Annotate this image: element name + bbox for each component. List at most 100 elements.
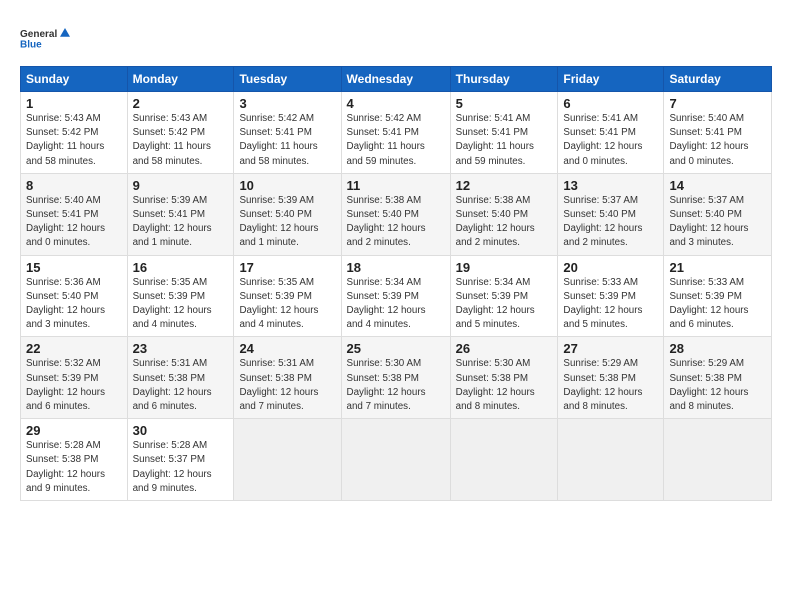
- day-number: 29: [26, 423, 122, 438]
- logo-svg: General Blue: [20, 18, 70, 58]
- day-cell: 28Sunrise: 5:29 AM Sunset: 5:38 PM Dayli…: [664, 337, 772, 419]
- day-info: Sunrise: 5:31 AM Sunset: 5:38 PM Dayligh…: [133, 357, 229, 414]
- day-cell: 12Sunrise: 5:38 AM Sunset: 5:40 PM Dayli…: [450, 173, 558, 255]
- day-cell: 13Sunrise: 5:37 AM Sunset: 5:40 PM Dayli…: [558, 173, 664, 255]
- day-info: Sunrise: 5:42 AM Sunset: 5:41 PM Dayligh…: [239, 112, 335, 169]
- day-cell: 8Sunrise: 5:40 AM Sunset: 5:41 PM Daylig…: [21, 173, 128, 255]
- day-number: 24: [239, 341, 335, 356]
- day-info: Sunrise: 5:38 AM Sunset: 5:40 PM Dayligh…: [347, 194, 445, 251]
- day-number: 30: [133, 423, 229, 438]
- weekday-header-wednesday: Wednesday: [341, 67, 450, 92]
- day-number: 12: [456, 178, 553, 193]
- day-info: Sunrise: 5:29 AM Sunset: 5:38 PM Dayligh…: [669, 357, 766, 414]
- day-number: 13: [563, 178, 658, 193]
- week-row-4: 22Sunrise: 5:32 AM Sunset: 5:39 PM Dayli…: [21, 337, 772, 419]
- day-info: Sunrise: 5:39 AM Sunset: 5:40 PM Dayligh…: [239, 194, 335, 251]
- day-cell: 29Sunrise: 5:28 AM Sunset: 5:38 PM Dayli…: [21, 419, 128, 501]
- day-cell: [664, 419, 772, 501]
- day-info: Sunrise: 5:30 AM Sunset: 5:38 PM Dayligh…: [347, 357, 445, 414]
- day-cell: 27Sunrise: 5:29 AM Sunset: 5:38 PM Dayli…: [558, 337, 664, 419]
- day-number: 14: [669, 178, 766, 193]
- day-cell: 6Sunrise: 5:41 AM Sunset: 5:41 PM Daylig…: [558, 92, 664, 174]
- day-cell: 25Sunrise: 5:30 AM Sunset: 5:38 PM Dayli…: [341, 337, 450, 419]
- day-number: 16: [133, 260, 229, 275]
- day-number: 7: [669, 96, 766, 111]
- day-cell: 19Sunrise: 5:34 AM Sunset: 5:39 PM Dayli…: [450, 255, 558, 337]
- day-info: Sunrise: 5:38 AM Sunset: 5:40 PM Dayligh…: [456, 194, 553, 251]
- calendar-table: SundayMondayTuesdayWednesdayThursdayFrid…: [20, 66, 772, 501]
- day-cell: 17Sunrise: 5:35 AM Sunset: 5:39 PM Dayli…: [234, 255, 341, 337]
- day-number: 17: [239, 260, 335, 275]
- day-cell: 2Sunrise: 5:43 AM Sunset: 5:42 PM Daylig…: [127, 92, 234, 174]
- day-info: Sunrise: 5:30 AM Sunset: 5:38 PM Dayligh…: [456, 357, 553, 414]
- day-number: 23: [133, 341, 229, 356]
- day-info: Sunrise: 5:35 AM Sunset: 5:39 PM Dayligh…: [239, 276, 335, 333]
- day-info: Sunrise: 5:28 AM Sunset: 5:38 PM Dayligh…: [26, 439, 122, 496]
- svg-text:General: General: [20, 29, 57, 40]
- day-cell: 26Sunrise: 5:30 AM Sunset: 5:38 PM Dayli…: [450, 337, 558, 419]
- day-info: Sunrise: 5:37 AM Sunset: 5:40 PM Dayligh…: [669, 194, 766, 251]
- day-info: Sunrise: 5:33 AM Sunset: 5:39 PM Dayligh…: [669, 276, 766, 333]
- day-cell: [234, 419, 341, 501]
- day-info: Sunrise: 5:43 AM Sunset: 5:42 PM Dayligh…: [133, 112, 229, 169]
- day-info: Sunrise: 5:31 AM Sunset: 5:38 PM Dayligh…: [239, 357, 335, 414]
- day-cell: 18Sunrise: 5:34 AM Sunset: 5:39 PM Dayli…: [341, 255, 450, 337]
- day-cell: 5Sunrise: 5:41 AM Sunset: 5:41 PM Daylig…: [450, 92, 558, 174]
- day-cell: 7Sunrise: 5:40 AM Sunset: 5:41 PM Daylig…: [664, 92, 772, 174]
- day-cell: [450, 419, 558, 501]
- svg-text:Blue: Blue: [20, 39, 42, 50]
- day-number: 1: [26, 96, 122, 111]
- day-info: Sunrise: 5:36 AM Sunset: 5:40 PM Dayligh…: [26, 276, 122, 333]
- page: General Blue SundayMondayTuesdayWednesda…: [0, 0, 792, 612]
- day-cell: 4Sunrise: 5:42 AM Sunset: 5:41 PM Daylig…: [341, 92, 450, 174]
- day-cell: 20Sunrise: 5:33 AM Sunset: 5:39 PM Dayli…: [558, 255, 664, 337]
- day-number: 28: [669, 341, 766, 356]
- day-info: Sunrise: 5:29 AM Sunset: 5:38 PM Dayligh…: [563, 357, 658, 414]
- week-row-3: 15Sunrise: 5:36 AM Sunset: 5:40 PM Dayli…: [21, 255, 772, 337]
- day-number: 8: [26, 178, 122, 193]
- week-row-2: 8Sunrise: 5:40 AM Sunset: 5:41 PM Daylig…: [21, 173, 772, 255]
- day-number: 5: [456, 96, 553, 111]
- day-number: 2: [133, 96, 229, 111]
- day-number: 15: [26, 260, 122, 275]
- weekday-header-thursday: Thursday: [450, 67, 558, 92]
- logo: General Blue: [20, 18, 70, 58]
- day-number: 10: [239, 178, 335, 193]
- day-number: 6: [563, 96, 658, 111]
- day-number: 21: [669, 260, 766, 275]
- day-cell: 14Sunrise: 5:37 AM Sunset: 5:40 PM Dayli…: [664, 173, 772, 255]
- day-number: 25: [347, 341, 445, 356]
- header: General Blue: [20, 18, 772, 58]
- day-cell: 1Sunrise: 5:43 AM Sunset: 5:42 PM Daylig…: [21, 92, 128, 174]
- day-info: Sunrise: 5:32 AM Sunset: 5:39 PM Dayligh…: [26, 357, 122, 414]
- day-info: Sunrise: 5:40 AM Sunset: 5:41 PM Dayligh…: [669, 112, 766, 169]
- day-info: Sunrise: 5:34 AM Sunset: 5:39 PM Dayligh…: [456, 276, 553, 333]
- day-info: Sunrise: 5:34 AM Sunset: 5:39 PM Dayligh…: [347, 276, 445, 333]
- weekday-header-row: SundayMondayTuesdayWednesdayThursdayFrid…: [21, 67, 772, 92]
- day-cell: 21Sunrise: 5:33 AM Sunset: 5:39 PM Dayli…: [664, 255, 772, 337]
- day-info: Sunrise: 5:33 AM Sunset: 5:39 PM Dayligh…: [563, 276, 658, 333]
- day-info: Sunrise: 5:41 AM Sunset: 5:41 PM Dayligh…: [563, 112, 658, 169]
- day-cell: 23Sunrise: 5:31 AM Sunset: 5:38 PM Dayli…: [127, 337, 234, 419]
- day-cell: 3Sunrise: 5:42 AM Sunset: 5:41 PM Daylig…: [234, 92, 341, 174]
- calendar-body: 1 Sunrise: 5:43 AM Sunset: 5:42 PM Daylig…: [21, 92, 772, 501]
- day-number: 3: [239, 96, 335, 111]
- day-cell: 15Sunrise: 5:36 AM Sunset: 5:40 PM Dayli…: [21, 255, 128, 337]
- week-row-1: 1 Sunrise: 5:43 AM Sunset: 5:42 PM Daylig…: [21, 92, 772, 174]
- day-cell: [341, 419, 450, 501]
- day-info: Sunrise: 5:39 AM Sunset: 5:41 PM Dayligh…: [133, 194, 229, 251]
- weekday-header-monday: Monday: [127, 67, 234, 92]
- day-info: Sunrise: 5:28 AM Sunset: 5:37 PM Dayligh…: [133, 439, 229, 496]
- week-row-5: 29Sunrise: 5:28 AM Sunset: 5:38 PM Dayli…: [21, 419, 772, 501]
- day-info: Sunrise: 5:35 AM Sunset: 5:39 PM Dayligh…: [133, 276, 229, 333]
- day-number: 22: [26, 341, 122, 356]
- day-info: Sunrise: 5:40 AM Sunset: 5:41 PM Dayligh…: [26, 194, 122, 251]
- day-info: Sunrise: 5:42 AM Sunset: 5:41 PM Dayligh…: [347, 112, 445, 169]
- day-cell: [558, 419, 664, 501]
- day-cell: 9Sunrise: 5:39 AM Sunset: 5:41 PM Daylig…: [127, 173, 234, 255]
- day-cell: 22Sunrise: 5:32 AM Sunset: 5:39 PM Dayli…: [21, 337, 128, 419]
- day-number: 27: [563, 341, 658, 356]
- day-number: 20: [563, 260, 658, 275]
- day-number: 9: [133, 178, 229, 193]
- weekday-header-sunday: Sunday: [21, 67, 128, 92]
